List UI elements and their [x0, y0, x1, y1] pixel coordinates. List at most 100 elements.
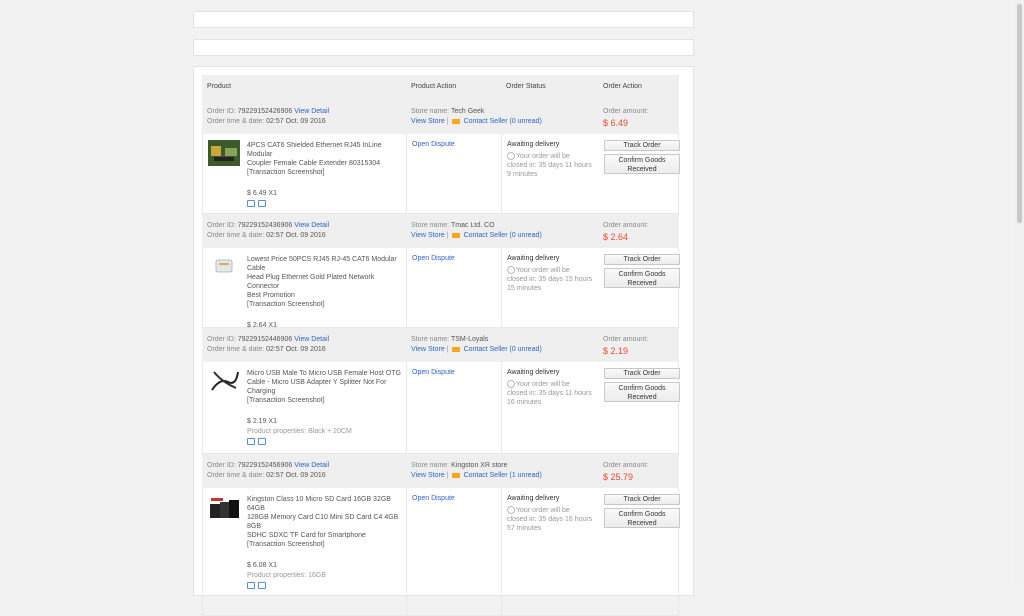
snapshot-icon[interactable]	[258, 438, 266, 445]
view-detail-link[interactable]: View Detail	[294, 222, 329, 229]
top-bar-2	[193, 39, 694, 56]
open-dispute-link[interactable]: Open Dispute	[412, 141, 455, 148]
store-name: TSM-Loyals	[450, 336, 489, 343]
open-dispute-link[interactable]: Open Dispute	[412, 495, 455, 502]
view-store-link[interactable]: View Store	[411, 346, 445, 353]
order-id: 79229152446906	[237, 336, 293, 343]
view-store-link[interactable]: View Store	[411, 118, 445, 125]
mail-icon	[451, 232, 460, 238]
product-thumbnail[interactable]	[208, 140, 240, 166]
link-separator: |	[446, 346, 449, 353]
store-name: Tmac Ltd. CO	[450, 222, 495, 229]
track-order-button[interactable]: Track Order	[604, 494, 680, 505]
scrollbar-thumb[interactable]	[1017, 4, 1022, 223]
page-scrollbar[interactable]	[1015, 0, 1024, 584]
image-icon[interactable]	[247, 582, 255, 589]
snapshot-icon[interactable]	[258, 582, 266, 589]
status-text: Awaiting delivery	[507, 369, 560, 376]
product-thumbnail[interactable]	[208, 254, 240, 280]
countdown-line: closed in: 35 days 11 hours	[507, 390, 592, 397]
view-detail-link[interactable]: View Detail	[294, 108, 329, 115]
order-id-label: Order ID:	[207, 222, 236, 229]
order-amount: Order amount: $ 25.79	[603, 461, 648, 482]
store-name-label: Store name:	[411, 222, 450, 229]
unread-count[interactable]: (0 unread)	[509, 346, 541, 353]
product-title-line[interactable]: Charging	[247, 387, 405, 396]
contact-seller-link[interactable]: Contact Seller	[464, 472, 508, 479]
order-block: Order ID: 79229152456906 View Detail Ord…	[202, 454, 680, 616]
product-title-line[interactable]: Head Plug Ethernet Gold Plated Network C…	[247, 273, 405, 291]
confirm-goods-button[interactable]: Confirm Goods Received	[604, 382, 680, 402]
unread-count[interactable]: (1 unread)	[509, 472, 541, 479]
confirm-goods-button[interactable]: Confirm Goods Received	[604, 508, 680, 528]
track-order-button[interactable]: Track Order	[604, 254, 680, 265]
product-title-line[interactable]: Best Promotion	[247, 291, 405, 300]
link-separator: |	[446, 472, 449, 479]
status-text: Awaiting delivery	[507, 495, 560, 502]
order-header: Order ID: 79229152456906 View Detail Ord…	[202, 454, 679, 488]
order-amount-label: Order amount:	[603, 462, 649, 469]
unread-count[interactable]: (0 unread)	[509, 118, 541, 125]
product-thumbnail[interactable]	[208, 496, 240, 522]
unread-count[interactable]: (0 unread)	[509, 232, 541, 239]
mail-icon	[451, 472, 460, 478]
transaction-screenshot-link[interactable]: [Transaction Screenshot]	[247, 168, 405, 177]
product-title-line[interactable]: 128GB Memory Card C10 Mini SD Card C4 4G…	[247, 513, 405, 531]
transaction-screenshot-link[interactable]: [Transaction Screenshot]	[247, 300, 405, 309]
column-divider	[501, 362, 502, 453]
product-title-line[interactable]: Kingston Class 10 Micro SD Card 16GB 32G…	[247, 495, 405, 513]
product-title-line[interactable]: SDHC SDXC TF Card for Smartphone	[247, 531, 405, 540]
header-product-action: Product Action	[411, 83, 457, 90]
open-dispute-link[interactable]: Open Dispute	[412, 255, 455, 262]
countdown-line: Your order will be	[516, 381, 570, 388]
header-order-action: Order Action	[603, 83, 642, 90]
contact-seller-link[interactable]: Contact Seller	[464, 346, 508, 353]
product-price: $ 6.08 X1	[247, 562, 277, 569]
track-order-button[interactable]: Track Order	[604, 140, 680, 151]
track-order-button[interactable]: Track Order	[604, 368, 680, 379]
open-dispute-link[interactable]: Open Dispute	[412, 369, 455, 376]
view-store-link[interactable]: View Store	[411, 472, 445, 479]
contact-seller-link[interactable]: Contact Seller	[464, 232, 508, 239]
view-detail-link[interactable]: View Detail	[294, 336, 329, 343]
order-amount: Order amount: $ 2.64	[603, 221, 648, 242]
contact-seller-link[interactable]: Contact Seller	[464, 118, 508, 125]
close-countdown: Your order will be closed in: 35 days 15…	[507, 266, 599, 293]
confirm-label-line: Received	[627, 394, 657, 401]
orders-panel: Product Product Action Order Status Orde…	[193, 66, 694, 616]
order-block: Order ID: 79229152436906 View Detail Ord…	[202, 214, 680, 339]
image-icon[interactable]	[247, 200, 255, 207]
product-info: Kingston Class 10 Micro SD Card 16GB 32G…	[247, 495, 405, 592]
order-id-label: Order ID:	[207, 336, 236, 343]
product-price: $ 6.49 X1	[247, 190, 277, 197]
snapshot-icon[interactable]	[258, 200, 266, 207]
close-countdown: Your order will be closed in: 35 days 16…	[507, 506, 599, 533]
product-thumbnail[interactable]	[208, 368, 240, 394]
order-status: Awaiting delivery Your order will be clo…	[507, 368, 599, 407]
clock-icon	[507, 266, 515, 275]
order-body: 4PCS CAT6 Shielded Ethernet RJ45 InLine …	[202, 134, 680, 214]
view-detail-link[interactable]: View Detail	[294, 462, 329, 469]
product-title-line[interactable]: Micro USB Male To Micro USB Female Host …	[247, 369, 405, 378]
product-title-line[interactable]: Cable - Micro USB Adapter Y Splitter Not…	[247, 378, 405, 387]
store-name: Kingston XR store	[451, 462, 508, 469]
order-time-label: Order time & date:	[207, 232, 265, 239]
order-time-label: Order time & date:	[207, 472, 265, 479]
confirm-goods-button[interactable]: Confirm Goods Received	[604, 154, 680, 174]
image-icon[interactable]	[247, 438, 255, 445]
product-title-line[interactable]: Coupler Female Cable Extender 80315304	[247, 159, 405, 168]
store-info: Store name: TSM-Loyals View Store | Contac…	[411, 335, 542, 355]
view-store-link[interactable]: View Store	[411, 232, 445, 239]
store-name: Tech Geek	[450, 108, 485, 115]
confirm-goods-button[interactable]: Confirm Goods Received	[604, 268, 680, 288]
column-divider	[406, 134, 407, 213]
clock-icon	[507, 380, 515, 389]
transaction-screenshot-link[interactable]: [Transaction Screenshot]	[247, 540, 405, 549]
order-time-label: Order time & date:	[207, 346, 265, 353]
product-info: 4PCS CAT6 Shielded Ethernet RJ45 InLine …	[247, 141, 405, 210]
product-title-line[interactable]: Lowest Price 50PCS RJ45 RJ-45 CAT6 Modul…	[247, 255, 405, 273]
product-properties: Product properties: Black + 20CM	[247, 428, 352, 435]
order-block: Order ID: 79229152426906 View Detail Ord…	[202, 100, 680, 214]
product-title-line[interactable]: 4PCS CAT6 Shielded Ethernet RJ45 InLine …	[247, 141, 405, 159]
transaction-screenshot-link[interactable]: [Transaction Screenshot]	[247, 396, 405, 405]
